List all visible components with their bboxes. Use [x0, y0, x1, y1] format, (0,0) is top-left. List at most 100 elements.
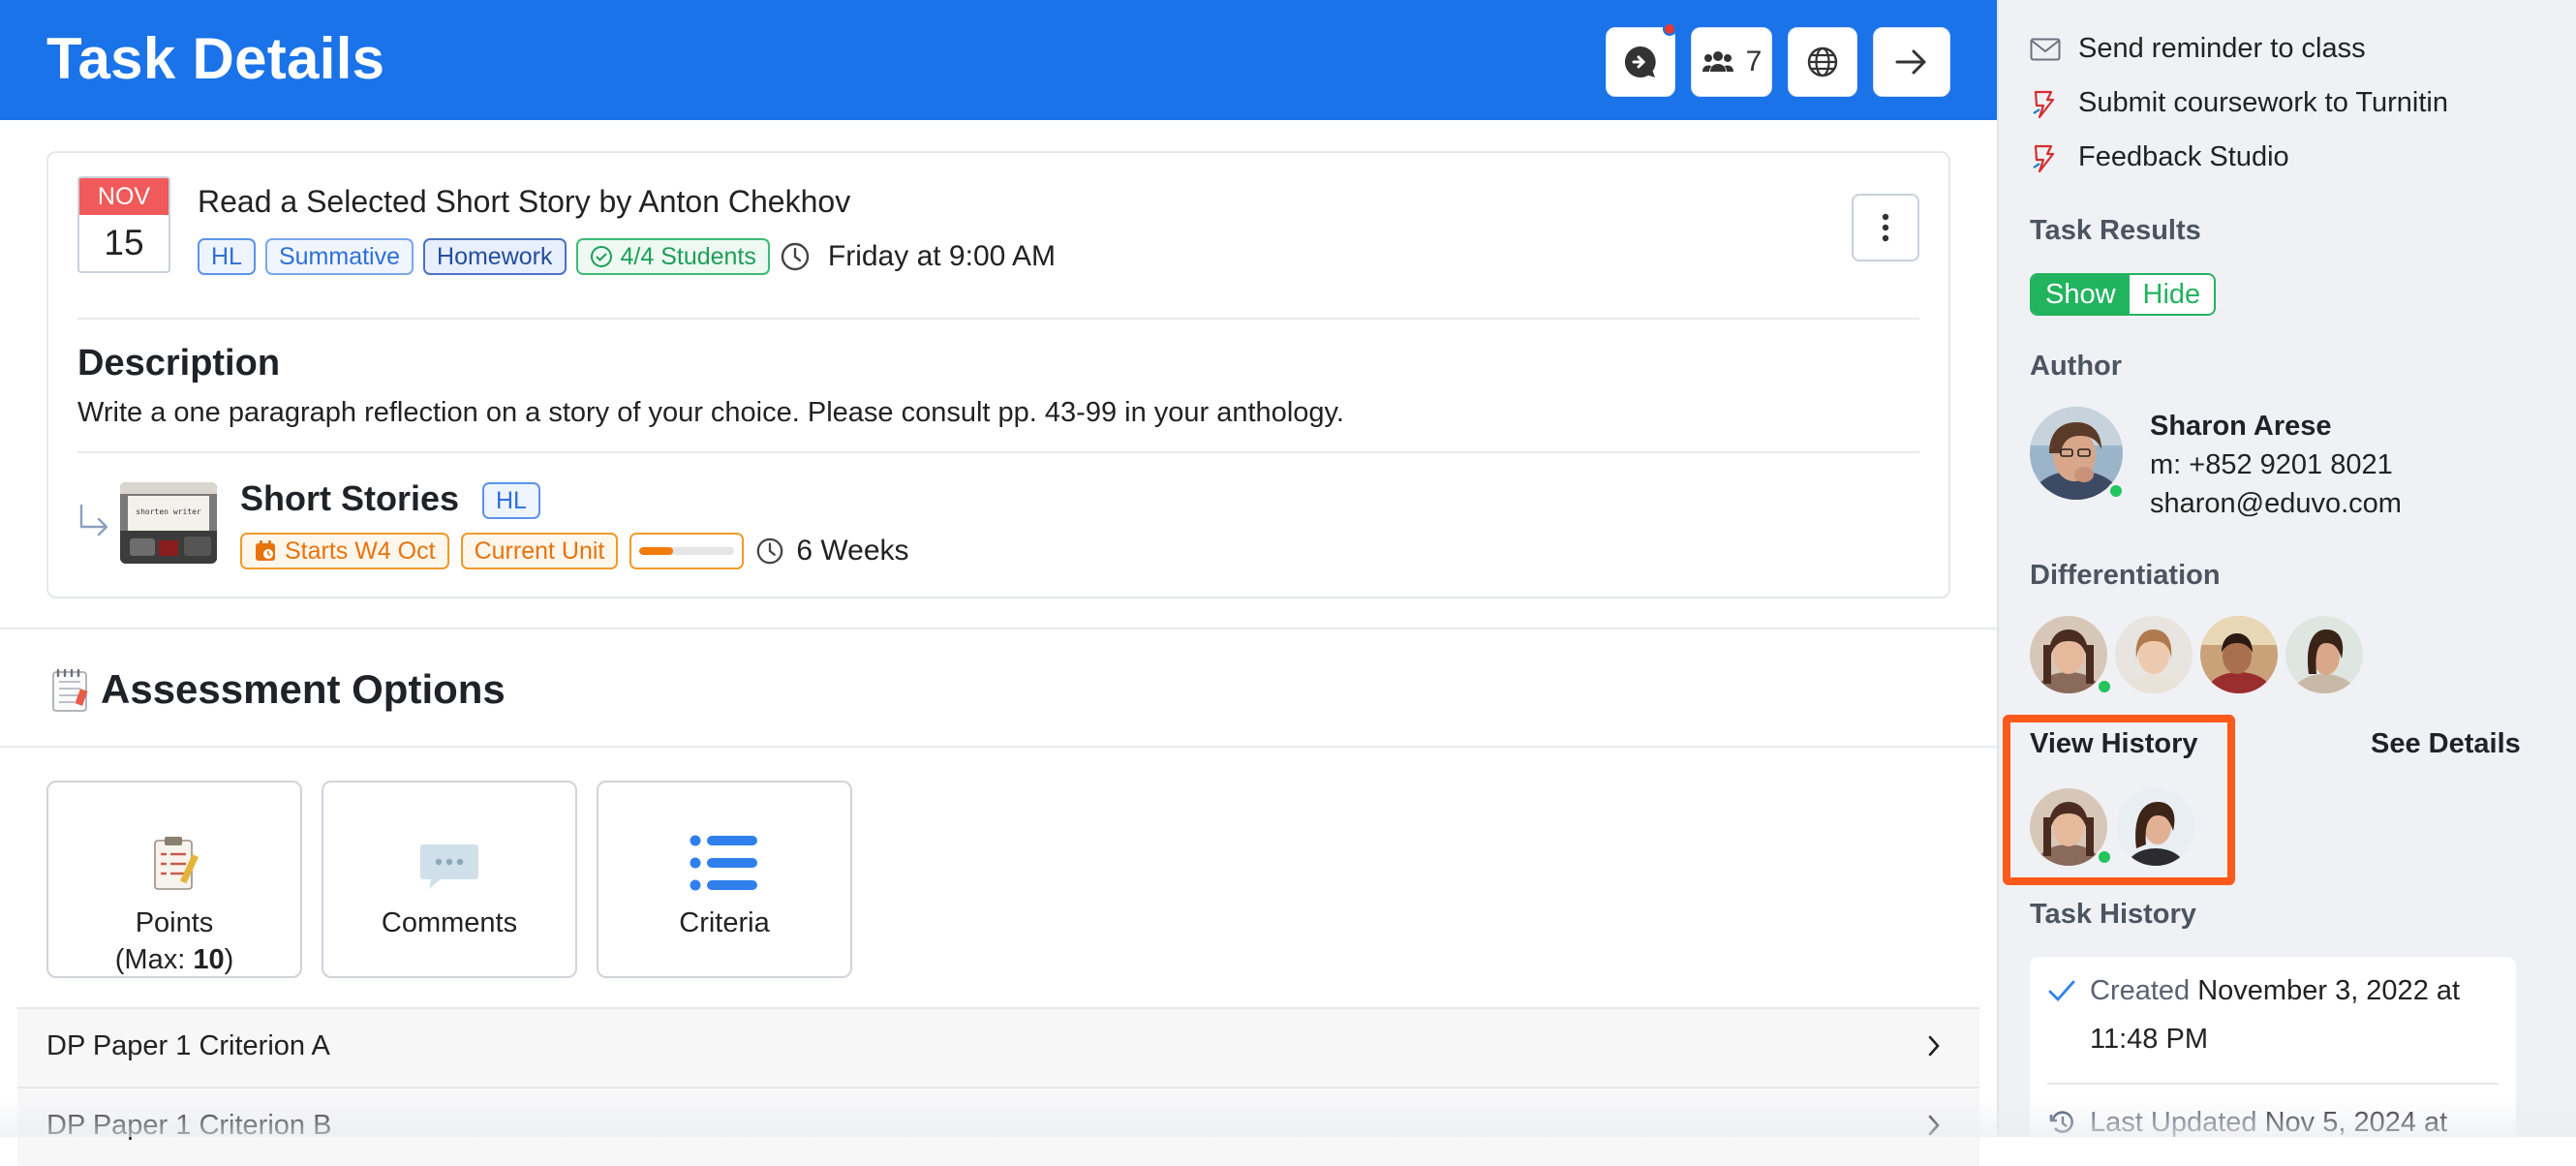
points-max-value: 10 — [193, 944, 224, 975]
see-details-link[interactable]: See Details — [2371, 728, 2521, 760]
divider — [77, 318, 1919, 320]
users-icon — [1702, 48, 1734, 76]
updated-date: Nov 5, 2024 at — [2265, 1107, 2448, 1138]
participants-count: 7 — [1746, 46, 1763, 78]
online-status-dot — [2096, 678, 2113, 695]
points-label: Points (Max: 10) — [48, 905, 300, 978]
more-options-button[interactable] — [1852, 194, 1919, 261]
send-reminder-label: Send reminder to class — [2078, 33, 2366, 65]
notepad-icon — [48, 666, 91, 713]
task-results-heading: Task Results — [2030, 215, 2201, 247]
unit-level-tag: HL — [482, 482, 540, 519]
send-reminder-link[interactable]: Send reminder to class — [2030, 33, 2366, 65]
unit-title[interactable]: Short Stories — [240, 478, 459, 519]
criteria-label: Criteria — [598, 905, 850, 941]
history-divider — [2047, 1083, 2499, 1085]
updated-label: Last Updated — [2090, 1107, 2257, 1138]
clock-icon — [755, 537, 784, 566]
tag-task-type: Homework — [423, 238, 566, 275]
assessment-title: Assessment Options — [101, 666, 506, 713]
current-unit-tag: Current Unit — [461, 533, 619, 569]
hide-results-button[interactable]: Hide — [2130, 275, 2215, 314]
description-heading: Description — [77, 343, 280, 384]
unit-start-tag: Starts W4 Oct — [240, 533, 449, 569]
chat-icon — [1621, 43, 1660, 81]
tag-level: HL — [198, 238, 256, 275]
criterion-row[interactable]: DP Paper 1 Criterion A — [17, 1007, 1979, 1087]
criterion-label: DP Paper 1 Criterion B — [46, 1110, 331, 1142]
arrow-right-icon — [1894, 47, 1929, 77]
points-title: Points — [48, 905, 300, 941]
due-month: NOV — [79, 178, 169, 215]
points-max-suffix: ) — [225, 944, 234, 975]
task-history-card: Created November 3, 2022 at 11:48 PM Las… — [2030, 957, 2516, 1151]
unit-progress-fill — [639, 547, 672, 555]
calendar-icon — [254, 539, 277, 563]
student-avatar[interactable] — [2115, 616, 2193, 693]
feedback-studio-link[interactable]: Feedback Studio — [2030, 141, 2289, 173]
speech-bubble-icon — [419, 839, 479, 893]
clock-icon — [780, 241, 811, 272]
show-results-button[interactable]: Show — [2032, 275, 2130, 314]
history-created-row: Created November 3, 2022 at 11:48 PM — [2047, 967, 2460, 1063]
history-icon — [2047, 1098, 2076, 1147]
unit-tags: Starts W4 Oct Current Unit 6 Weeks — [240, 533, 909, 569]
student-avatar[interactable] — [2200, 616, 2278, 693]
divider — [77, 451, 1919, 453]
kebab-menu-icon — [1882, 213, 1889, 242]
svg-text:shorten writer: shorten writer — [136, 507, 201, 516]
participants-button[interactable]: 7 — [1691, 27, 1772, 97]
next-button[interactable] — [1873, 27, 1950, 97]
criterion-row[interactable]: DP Paper 1 Criterion B — [17, 1087, 1979, 1166]
feedback-studio-label: Feedback Studio — [2078, 141, 2289, 173]
language-button[interactable] — [1788, 27, 1857, 97]
author-name: Sharon Arese — [2150, 411, 2332, 443]
points-max-prefix: (Max: — [115, 944, 194, 975]
points-option[interactable]: Points (Max: 10) — [46, 781, 302, 978]
criterion-label: DP Paper 1 Criterion A — [46, 1030, 330, 1062]
section-divider — [0, 628, 1997, 629]
section-divider — [0, 746, 1997, 748]
checkmark-icon — [2047, 967, 2076, 1015]
assessment-options-heading: Assessment Options — [48, 666, 506, 713]
task-title: Read a Selected Short Story by Anton Che… — [198, 184, 850, 220]
due-day: 15 — [79, 215, 169, 271]
task-history-heading: Task History — [2030, 899, 2196, 931]
task-tags: HL Summative Homework 4/4 Students Frida… — [198, 238, 1056, 275]
view-history-highlight — [2003, 715, 2235, 885]
list-icon — [690, 833, 759, 893]
chevron-right-icon — [1927, 1034, 1941, 1058]
online-status-dot — [2107, 482, 2125, 500]
description-text: Write a one paragraph reflection on a st… — [77, 397, 1344, 429]
comments-option[interactable]: Comments — [322, 781, 577, 978]
tag-assessment-type: Summative — [265, 238, 414, 275]
page-title: Task Details — [46, 25, 384, 92]
students-count: 4/4 Students — [621, 240, 756, 273]
turnitin-icon — [2030, 88, 2061, 119]
differentiation-heading: Differentiation — [2030, 560, 2221, 592]
feedback-studio-icon — [2030, 142, 2061, 173]
comments-label: Comments — [323, 905, 575, 941]
chat-button[interactable] — [1606, 27, 1675, 97]
chevron-right-icon — [1927, 1114, 1941, 1137]
due-date-badge: NOV 15 — [77, 176, 170, 273]
tag-students[interactable]: 4/4 Students — [576, 238, 770, 275]
check-circle-icon — [590, 245, 613, 268]
unit-start-text: Starts W4 Oct — [285, 535, 436, 568]
globe-icon — [1806, 46, 1839, 78]
author-phone: m: +852 9201 8021 — [2150, 449, 2393, 481]
task-details-header: Task Details 7 — [0, 0, 1997, 120]
task-results-toggle: Show Hide — [2030, 273, 2216, 316]
author-email[interactable]: sharon@eduvo.com — [2150, 488, 2402, 520]
envelope-icon — [2030, 38, 2061, 61]
turnitin-label: Submit coursework to Turnitin — [2078, 87, 2448, 119]
author-heading: Author — [2030, 351, 2122, 383]
created-time: 11:48 PM — [2090, 1015, 2460, 1063]
created-label: Created — [2090, 975, 2190, 1006]
unit-thumbnail[interactable]: shorten writer — [120, 482, 217, 564]
turnitin-link[interactable]: Submit coursework to Turnitin — [2030, 87, 2448, 119]
due-time: Friday at 9:00 AM — [828, 240, 1056, 273]
points-max: (Max: 10) — [48, 941, 300, 978]
student-avatar[interactable] — [2285, 616, 2363, 693]
criteria-option[interactable]: Criteria — [597, 781, 852, 978]
